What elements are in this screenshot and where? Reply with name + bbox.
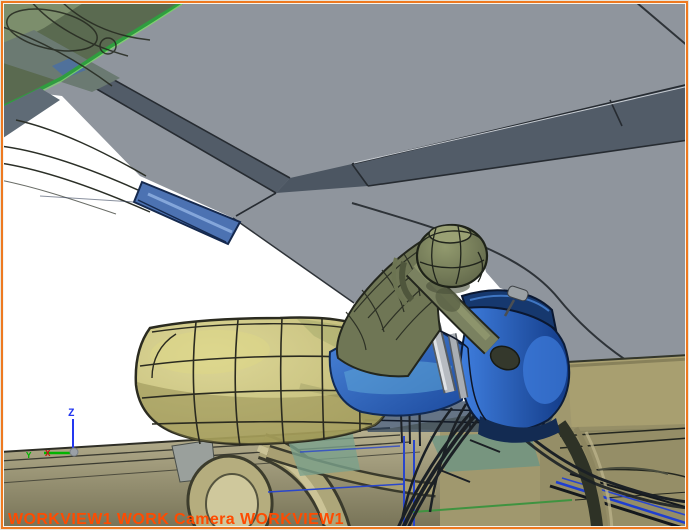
model-scene: Z Y X WORKVIEW1 WORK Camera WORKVIEW1	[0, 0, 689, 530]
cad-window: Z Y X WORKVIEW1 WORK Camera WORKVIEW1	[0, 0, 689, 530]
x-axis-label: X	[45, 449, 51, 459]
z-axis-label: Z	[68, 408, 75, 420]
origin-dot	[70, 448, 78, 456]
view-state-label: WORKVIEW1 WORK Camera WORKVIEW1	[8, 511, 344, 528]
graphics-viewport[interactable]: Z Y X WORKVIEW1 WORK Camera WORKVIEW1	[0, 0, 689, 530]
helmet[interactable]	[417, 225, 487, 287]
fairing-sheen	[523, 336, 567, 404]
y-axis-label: Y	[26, 451, 32, 461]
